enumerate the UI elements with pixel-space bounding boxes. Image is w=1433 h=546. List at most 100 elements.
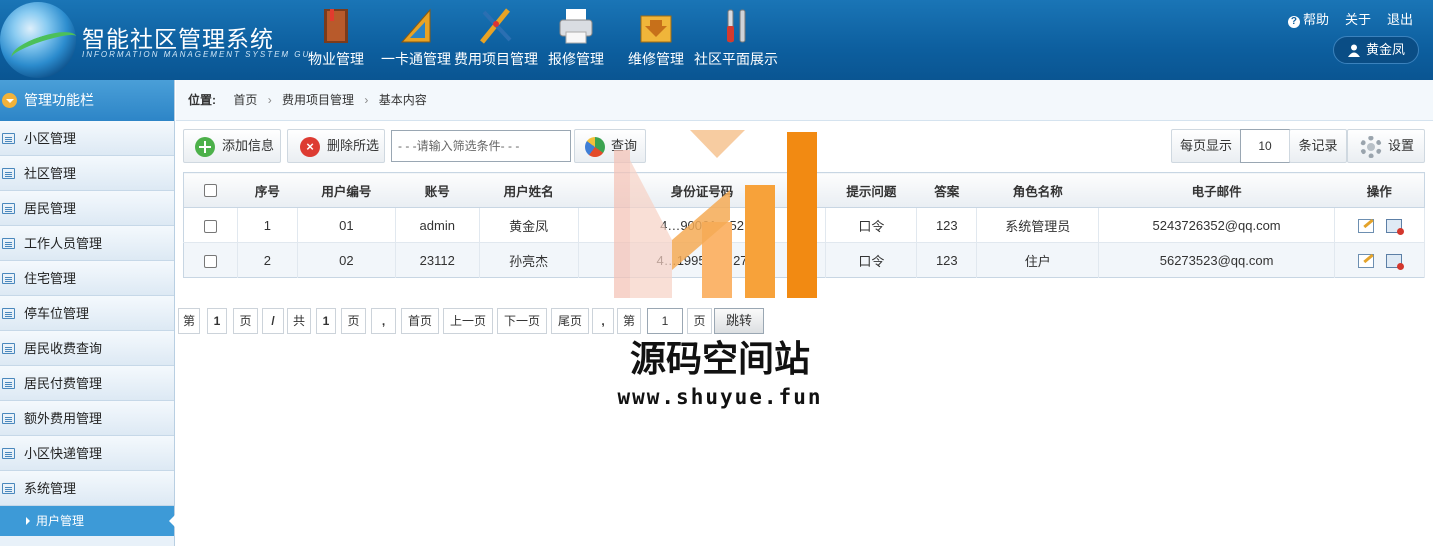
sidebar-item-label: 额外费用管理 xyxy=(24,411,103,426)
sidebar-item-neighborhood[interactable]: 社区管理 xyxy=(0,156,174,191)
breadcrumb-home[interactable]: 首页 xyxy=(233,93,257,107)
top-nav: 物业管理 一卡通管理 费用项目管理 报修管理 维修管理 社区平面展示 xyxy=(296,0,778,80)
chat-icon xyxy=(2,168,15,179)
help-icon: ? xyxy=(1287,16,1300,28)
pager-current-page: 1 xyxy=(207,308,227,334)
about-link[interactable]: 关于 xyxy=(1345,9,1371,28)
cell-actions xyxy=(1334,207,1425,243)
current-user[interactable]: 黄金凤 xyxy=(1333,36,1419,64)
breadcrumb-label: 位置: xyxy=(188,93,216,107)
nav-label: 社区平面展示 xyxy=(694,51,778,67)
goto-button[interactable]: 跳转 xyxy=(714,308,764,334)
cell-role: 住户 xyxy=(976,242,1100,278)
user-icon xyxy=(1348,44,1360,57)
delete-selected-button[interactable]: × 删除所选 xyxy=(287,129,385,163)
nav-label: 维修管理 xyxy=(628,51,684,67)
sidebar-item-staff[interactable]: 工作人员管理 xyxy=(0,226,174,261)
select-all-checkbox[interactable] xyxy=(204,184,218,198)
sidebar-item-fee-query[interactable]: 居民收费查询 xyxy=(0,331,174,366)
pager-text: / xyxy=(262,308,284,334)
calendar-icon xyxy=(2,273,15,284)
next-page-button[interactable]: 下一页 xyxy=(497,308,547,334)
edit-icon[interactable] xyxy=(1357,253,1374,268)
delete-icon[interactable] xyxy=(1385,218,1404,235)
table-row[interactable]: 1 01 admin 黄金凤 4…90061…52 口令 123 系统管理员 5… xyxy=(183,207,1425,243)
list-icon xyxy=(2,133,15,144)
edit-icon xyxy=(2,203,15,214)
sidebar-item-residents[interactable]: 居民管理 xyxy=(0,191,174,226)
close-circle-icon: × xyxy=(300,137,320,157)
per-page-label: 每页显示 xyxy=(1171,129,1241,163)
nav-fee-item-management[interactable]: 费用项目管理 xyxy=(454,0,538,80)
sidebar-header[interactable]: 管理功能栏 xyxy=(0,80,174,121)
current-user-name: 黄金凤 xyxy=(1366,42,1406,57)
add-button[interactable]: 添加信息 xyxy=(183,129,281,163)
gear-icon xyxy=(1360,136,1382,158)
per-page-input[interactable] xyxy=(1240,129,1290,163)
nav-repair-report[interactable]: 报修管理 xyxy=(536,0,616,80)
cell-email: 56273523@qq.com xyxy=(1098,242,1336,278)
breadcrumb-current: 基本内容 xyxy=(378,93,427,107)
cell-code: 01 xyxy=(297,207,396,243)
sidebar-item-community[interactable]: 小区管理 xyxy=(0,121,174,156)
last-page-button[interactable]: 尾页 xyxy=(551,308,589,334)
table-row[interactable]: 2 02 23112 孙亮杰 4…199506…27 口令 123 住户 562… xyxy=(183,242,1425,278)
system-title: 智能社区管理系统 xyxy=(82,26,274,52)
cell-answer: 123 xyxy=(916,207,978,243)
first-page-button[interactable]: 首页 xyxy=(401,308,439,334)
sidebar-item-label: 停车位管理 xyxy=(24,306,90,321)
sidebar-item-label: 居民收费查询 xyxy=(24,341,103,356)
prev-page-button[interactable]: 上一页 xyxy=(443,308,493,334)
cell-account: admin xyxy=(395,207,480,243)
drafting-tools-icon xyxy=(480,8,512,44)
logout-link[interactable]: 退出 xyxy=(1387,9,1413,28)
plus-circle-icon xyxy=(195,137,215,157)
cell-no: 1 xyxy=(237,207,298,243)
ruler-icon xyxy=(400,8,431,43)
goto-page-input[interactable] xyxy=(647,308,683,334)
help-link[interactable]: ? 帮助 xyxy=(1287,9,1329,28)
cell-email: 5243726352@qq.com xyxy=(1098,207,1336,243)
nav-maintenance-management[interactable]: 维修管理 xyxy=(616,0,696,80)
nav-community-map[interactable]: 社区平面展示 xyxy=(694,0,778,80)
sidebar-item-parking[interactable]: 停车位管理 xyxy=(0,296,174,331)
pager-text: 第 xyxy=(617,308,641,334)
pager-text: 共 xyxy=(287,308,311,334)
sidebar-item-housing[interactable]: 住宅管理 xyxy=(0,261,174,296)
add-label: 添加信息 xyxy=(222,138,275,153)
query-button[interactable]: 查询 xyxy=(574,129,646,163)
download-box-icon xyxy=(640,15,672,43)
delete-icon[interactable] xyxy=(1385,253,1404,270)
cell-role: 系统管理员 xyxy=(976,207,1100,243)
chevron-right-icon: › xyxy=(364,93,369,107)
row-checkbox[interactable] xyxy=(203,254,217,268)
nav-card-management[interactable]: 一卡通管理 xyxy=(376,0,456,80)
settings-button[interactable]: 设置 xyxy=(1347,129,1425,163)
row-select-cell[interactable] xyxy=(183,207,238,243)
select-all-cell[interactable] xyxy=(183,172,238,208)
breadcrumb-fee-items[interactable]: 费用项目管理 xyxy=(282,93,354,107)
cell-name: 黄金凤 xyxy=(479,207,579,243)
column-header: 身份证号码 xyxy=(578,172,826,208)
filter-input[interactable] xyxy=(391,130,571,162)
nav-label: 费用项目管理 xyxy=(454,51,538,67)
sidebar-item-payment[interactable]: 居民付费管理 xyxy=(0,366,174,401)
sidebar-item-label: 居民管理 xyxy=(24,201,77,216)
calendar-icon xyxy=(2,413,15,424)
column-header: 提示问题 xyxy=(825,172,917,208)
edit-icon[interactable] xyxy=(1357,218,1374,233)
sidebar-item-system[interactable]: 系统管理 xyxy=(0,471,174,506)
sidebar-item-extra-fees[interactable]: 额外费用管理 xyxy=(0,401,174,436)
sidebar-item-label: 小区快递管理 xyxy=(24,446,103,461)
settings-label: 设置 xyxy=(1388,138,1415,153)
row-checkbox[interactable] xyxy=(203,219,217,233)
nav-property-management[interactable]: 物业管理 xyxy=(296,0,376,80)
sidebar-item-express[interactable]: 小区快递管理 xyxy=(0,436,174,471)
cell-code: 02 xyxy=(297,242,396,278)
column-header: 答案 xyxy=(916,172,977,208)
table-header-row: 序号 用户编号 账号 用户姓名 身份证号码 提示问题 答案 角色名称 电子邮件 … xyxy=(183,172,1425,208)
row-select-cell[interactable] xyxy=(183,242,238,278)
sidebar-subitem-user-management[interactable]: 用户管理 xyxy=(0,506,175,536)
collapse-arrow-icon xyxy=(2,93,17,108)
pager-text: , xyxy=(371,308,396,334)
